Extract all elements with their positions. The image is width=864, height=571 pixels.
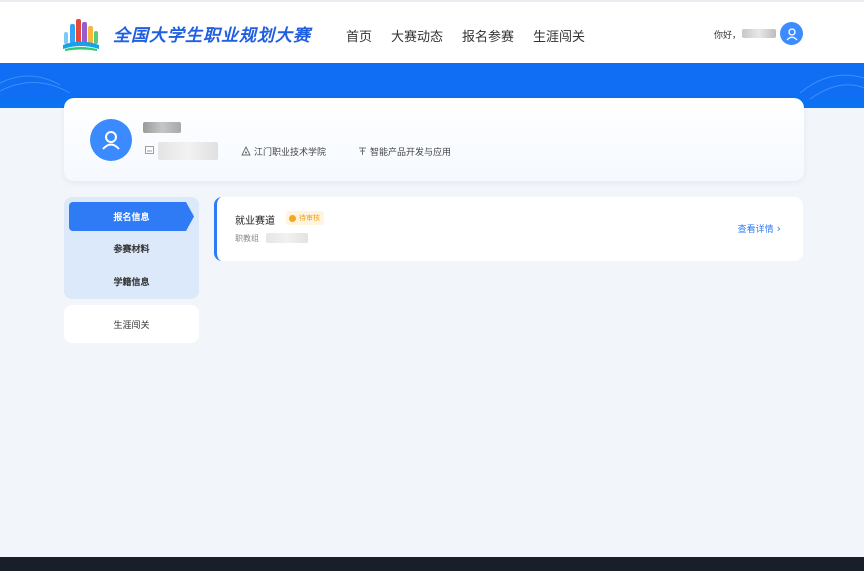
site-title[interactable]: 全国大学生职业规划大赛 bbox=[113, 21, 311, 46]
view-details-link[interactable]: 查看详情 › bbox=[738, 222, 781, 235]
user-icon bbox=[786, 27, 797, 40]
profile-major: 智能产品开发与应用 bbox=[370, 148, 452, 158]
profile-id-redacted bbox=[158, 142, 218, 160]
id-card-icon bbox=[145, 146, 154, 154]
menu-item-materials[interactable]: 参赛材料 bbox=[64, 242, 199, 255]
chevron-right-icon: › bbox=[776, 222, 781, 235]
status-badge: 待审核 bbox=[286, 211, 324, 225]
major-icon bbox=[359, 147, 366, 155]
nav-item-register[interactable]: 报名参赛 bbox=[462, 26, 514, 45]
status-dot-icon bbox=[289, 214, 296, 222]
user-avatar[interactable] bbox=[780, 22, 803, 45]
side-menu: 报名信息 参赛材料 学籍信息 bbox=[64, 197, 199, 299]
user-name-redacted bbox=[742, 29, 776, 38]
profile-card: 江门职业技术学院 智能产品开发与应用 bbox=[64, 98, 804, 181]
group-value-redacted bbox=[266, 233, 308, 243]
profile-name-redacted bbox=[143, 122, 181, 133]
track-card: 就业赛道 待审核 职教组 查看详情 › bbox=[214, 197, 803, 261]
logo-icon bbox=[63, 19, 99, 51]
nav-item-news[interactable]: 大赛动态 bbox=[391, 26, 443, 45]
profile-avatar bbox=[90, 119, 132, 161]
top-header: 全国大学生职业规划大赛 首页 大赛动态 报名参赛 生涯闯关 你好， bbox=[0, 0, 864, 63]
track-title: 就业赛道 bbox=[235, 216, 275, 227]
school-icon bbox=[241, 146, 251, 156]
user-greeting: 你好， bbox=[714, 31, 742, 41]
page-footer bbox=[0, 557, 864, 571]
status-text: 待审核 bbox=[299, 214, 320, 222]
user-icon bbox=[102, 131, 120, 150]
group-label: 职教组 bbox=[235, 234, 259, 243]
menu-item-career-challenge-label: 生涯闯关 bbox=[113, 320, 150, 331]
menu-item-student-status[interactable]: 学籍信息 bbox=[64, 275, 199, 288]
menu-item-career-challenge[interactable]: 生涯闯关 bbox=[64, 305, 199, 343]
nav-item-home[interactable]: 首页 bbox=[346, 26, 372, 45]
main-nav: 首页 大赛动态 报名参赛 生涯闯关 bbox=[346, 26, 604, 45]
view-details-label: 查看详情 bbox=[737, 225, 774, 235]
menu-item-registration-info[interactable]: 报名信息 bbox=[69, 202, 194, 231]
profile-school: 江门职业技术学院 bbox=[254, 148, 327, 158]
nav-item-career[interactable]: 生涯闯关 bbox=[533, 26, 585, 45]
